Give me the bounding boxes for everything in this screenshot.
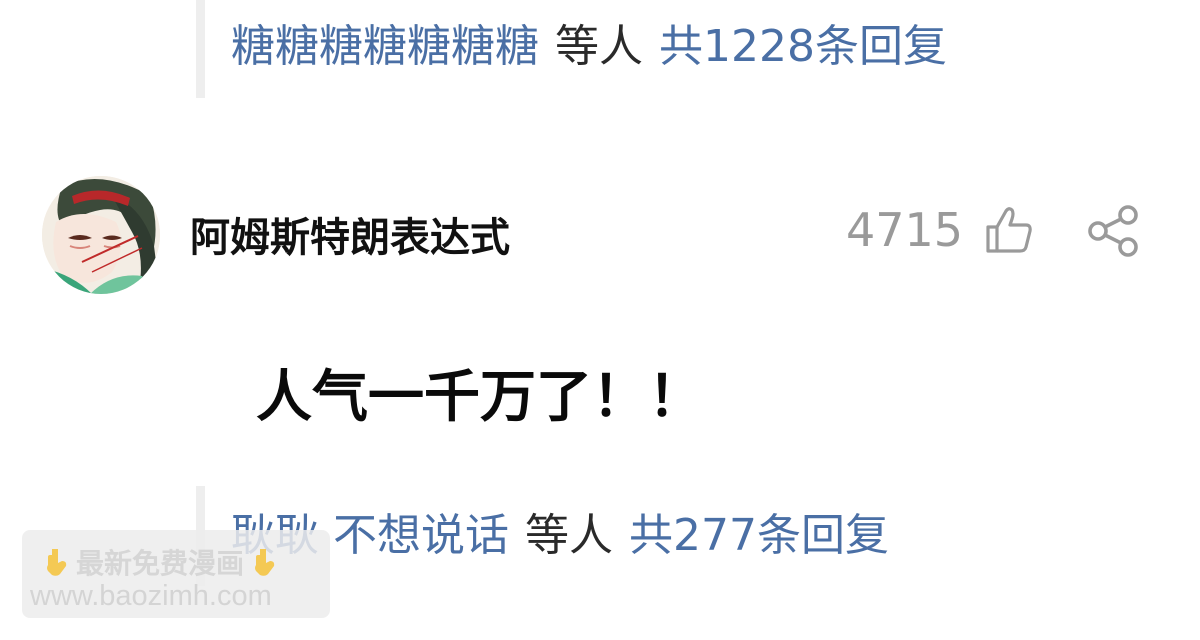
avatar[interactable] bbox=[42, 176, 160, 294]
comment-text: 人气一千万了！！ bbox=[256, 365, 704, 430]
reply-connector: 等人 bbox=[525, 510, 613, 561]
avatar-illustration bbox=[42, 176, 160, 294]
reply-summary-top[interactable]: 糖糖糖糖糖糖糖 等人 共1228条回复 bbox=[196, 0, 947, 98]
username[interactable]: 阿姆斯特朗表达式 bbox=[190, 218, 510, 258]
watermark-url: www.baozimh.com bbox=[30, 580, 272, 612]
reply-count-link[interactable]: 共1228条回复 bbox=[659, 25, 947, 69]
share-icon[interactable] bbox=[1086, 205, 1140, 257]
pointing-down-icon bbox=[255, 549, 275, 576]
like-count: 4715 bbox=[846, 203, 964, 257]
watermark-text: 最新免费漫画 bbox=[76, 547, 245, 580]
reply-names[interactable]: 糖糖糖糖糖糖糖 bbox=[231, 25, 539, 69]
reply-count-link[interactable]: 共277条回复 bbox=[629, 514, 889, 558]
watermark: 最新免费漫画 www.baozimh.com bbox=[22, 530, 330, 618]
pointing-down-icon bbox=[47, 549, 67, 576]
thumbs-up-icon[interactable] bbox=[984, 205, 1034, 255]
watermark-line1: 最新免费漫画 bbox=[36, 542, 284, 582]
reply-connector: 等人 bbox=[555, 21, 643, 72]
